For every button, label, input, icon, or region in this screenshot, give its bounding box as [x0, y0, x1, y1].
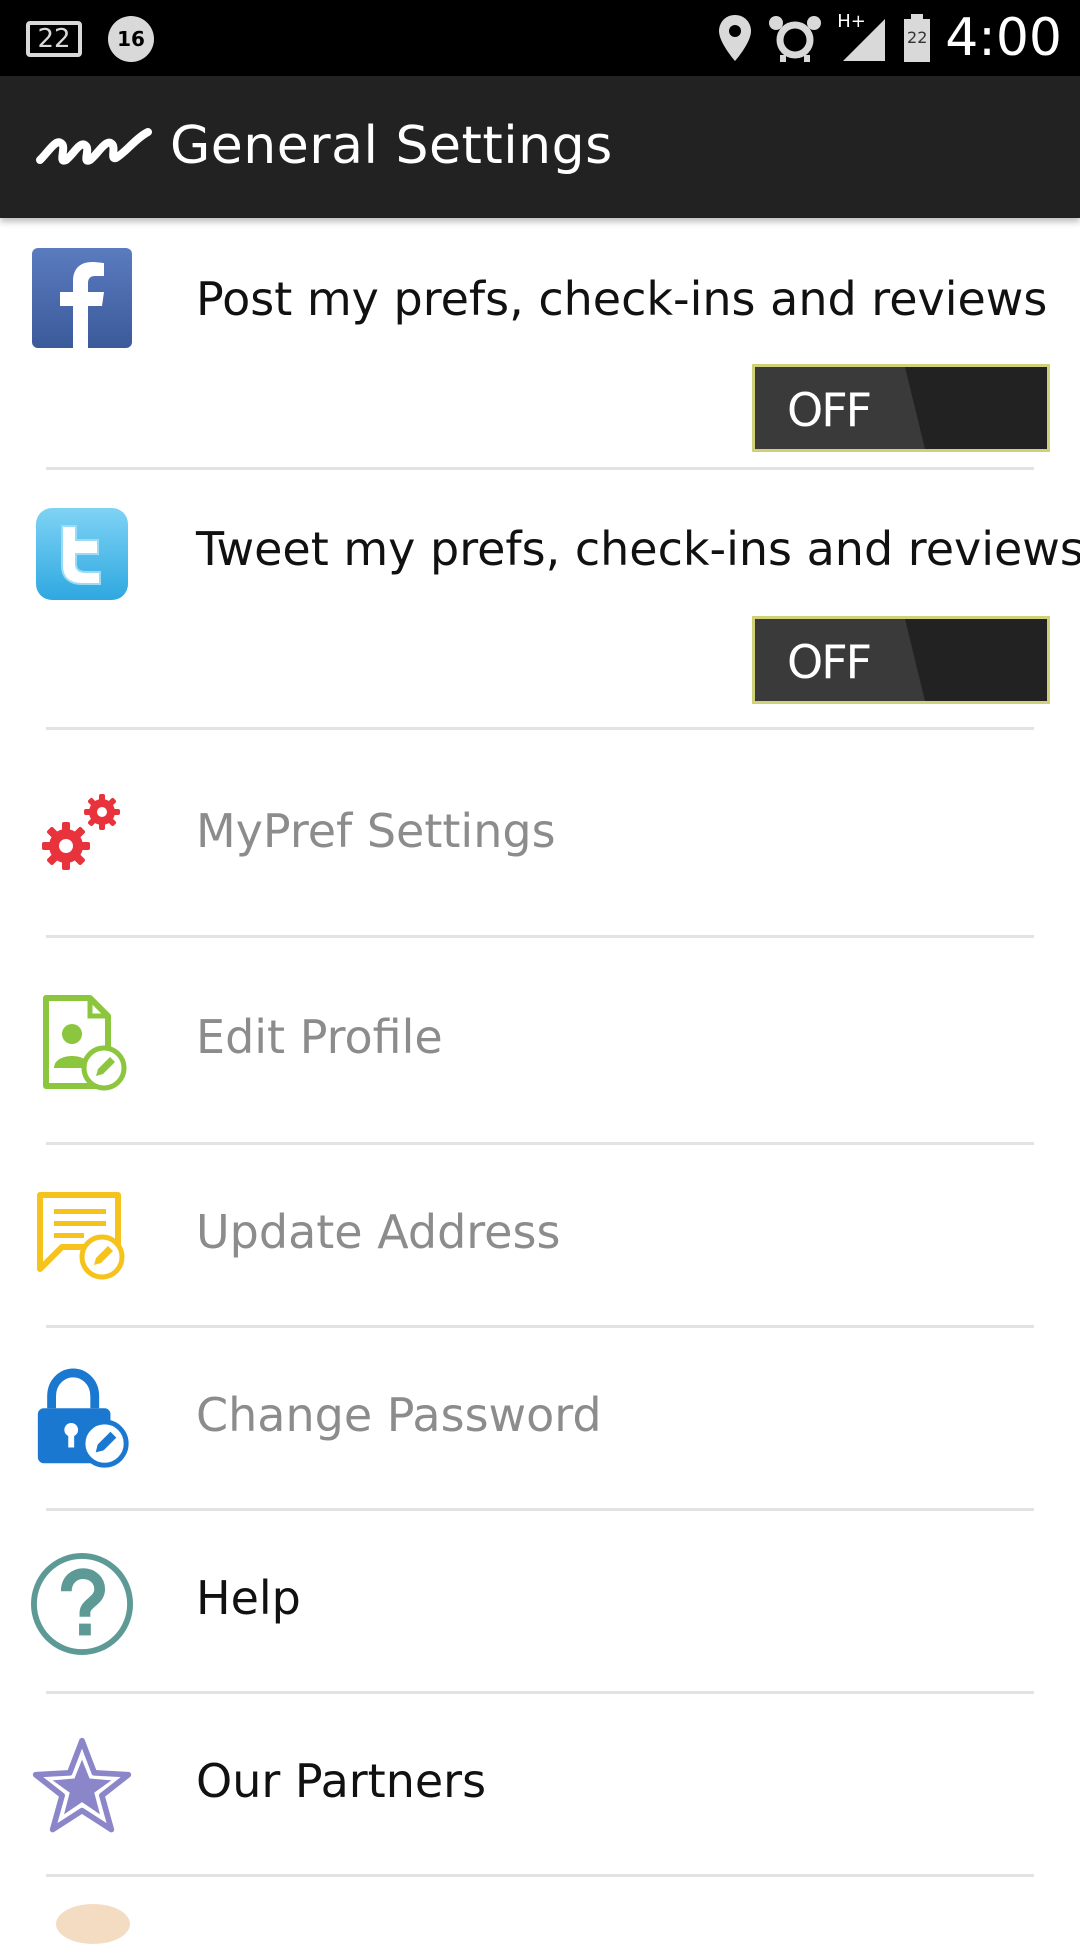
edit-profile-icon	[43, 995, 127, 1091]
menu-item-our-partners[interactable]: Our Partners	[0, 1694, 1080, 1877]
menu-item-label: Our Partners	[196, 1754, 487, 1808]
facebook-share-label: Post my prefs, check-ins and reviews	[196, 272, 1048, 326]
menu-item-label: Edit Profile	[196, 1010, 443, 1064]
facebook-share-row: Post my prefs, check-ins and reviews OFF	[0, 218, 1080, 470]
menu-item-label: Update Address	[196, 1205, 561, 1259]
status-time: 4:00	[945, 8, 1062, 68]
signal-icon: H+	[837, 11, 889, 63]
action-bar: General Settings	[0, 76, 1080, 218]
menu-item-change-password[interactable]: Change Password	[0, 1328, 1080, 1511]
help-icon	[30, 1552, 134, 1656]
menu-item-update-address[interactable]: Update Address	[0, 1145, 1080, 1328]
alarm-badge-icon: 16	[108, 16, 154, 62]
twitter-share-row: Tweet my prefs, check-ins and reviews OF…	[0, 470, 1080, 730]
battery-icon: 22	[903, 14, 931, 62]
mypref-logo-icon[interactable]	[36, 120, 154, 172]
divider	[46, 1874, 1034, 1877]
twitter-share-label: Tweet my prefs, check-ins and reviews	[196, 522, 1080, 576]
alarm-clock-icon	[769, 16, 822, 62]
status-bar: 22 16 H+ 22 4:00	[0, 0, 1080, 76]
toggle-state-label: OFF	[787, 635, 872, 689]
gears-icon	[42, 794, 120, 870]
twitter-icon	[36, 508, 128, 600]
menu-item-label: Change Password	[196, 1388, 602, 1442]
star-icon	[32, 1737, 132, 1833]
notification-count-icon: 22	[26, 21, 82, 57]
lock-edit-icon	[37, 1368, 129, 1468]
menu-item-mypref-settings[interactable]: MyPref Settings	[0, 730, 1080, 938]
next-item-icon	[56, 1904, 130, 1944]
update-address-icon	[37, 1192, 125, 1280]
page-title: General Settings	[170, 116, 613, 176]
facebook-share-toggle[interactable]: OFF	[752, 364, 1050, 452]
battery-level: 22	[907, 28, 928, 47]
menu-item-label: Help	[196, 1571, 301, 1625]
twitter-share-toggle[interactable]: OFF	[752, 616, 1050, 704]
settings-list: Post my prefs, check-ins and reviews OFF…	[0, 218, 1080, 1877]
toggle-state-label: OFF	[787, 383, 872, 437]
facebook-icon	[32, 248, 132, 348]
menu-item-edit-profile[interactable]: Edit Profile	[0, 938, 1080, 1145]
location-icon	[719, 15, 752, 61]
menu-item-label: MyPref Settings	[196, 804, 556, 858]
menu-item-help[interactable]: Help	[0, 1511, 1080, 1694]
